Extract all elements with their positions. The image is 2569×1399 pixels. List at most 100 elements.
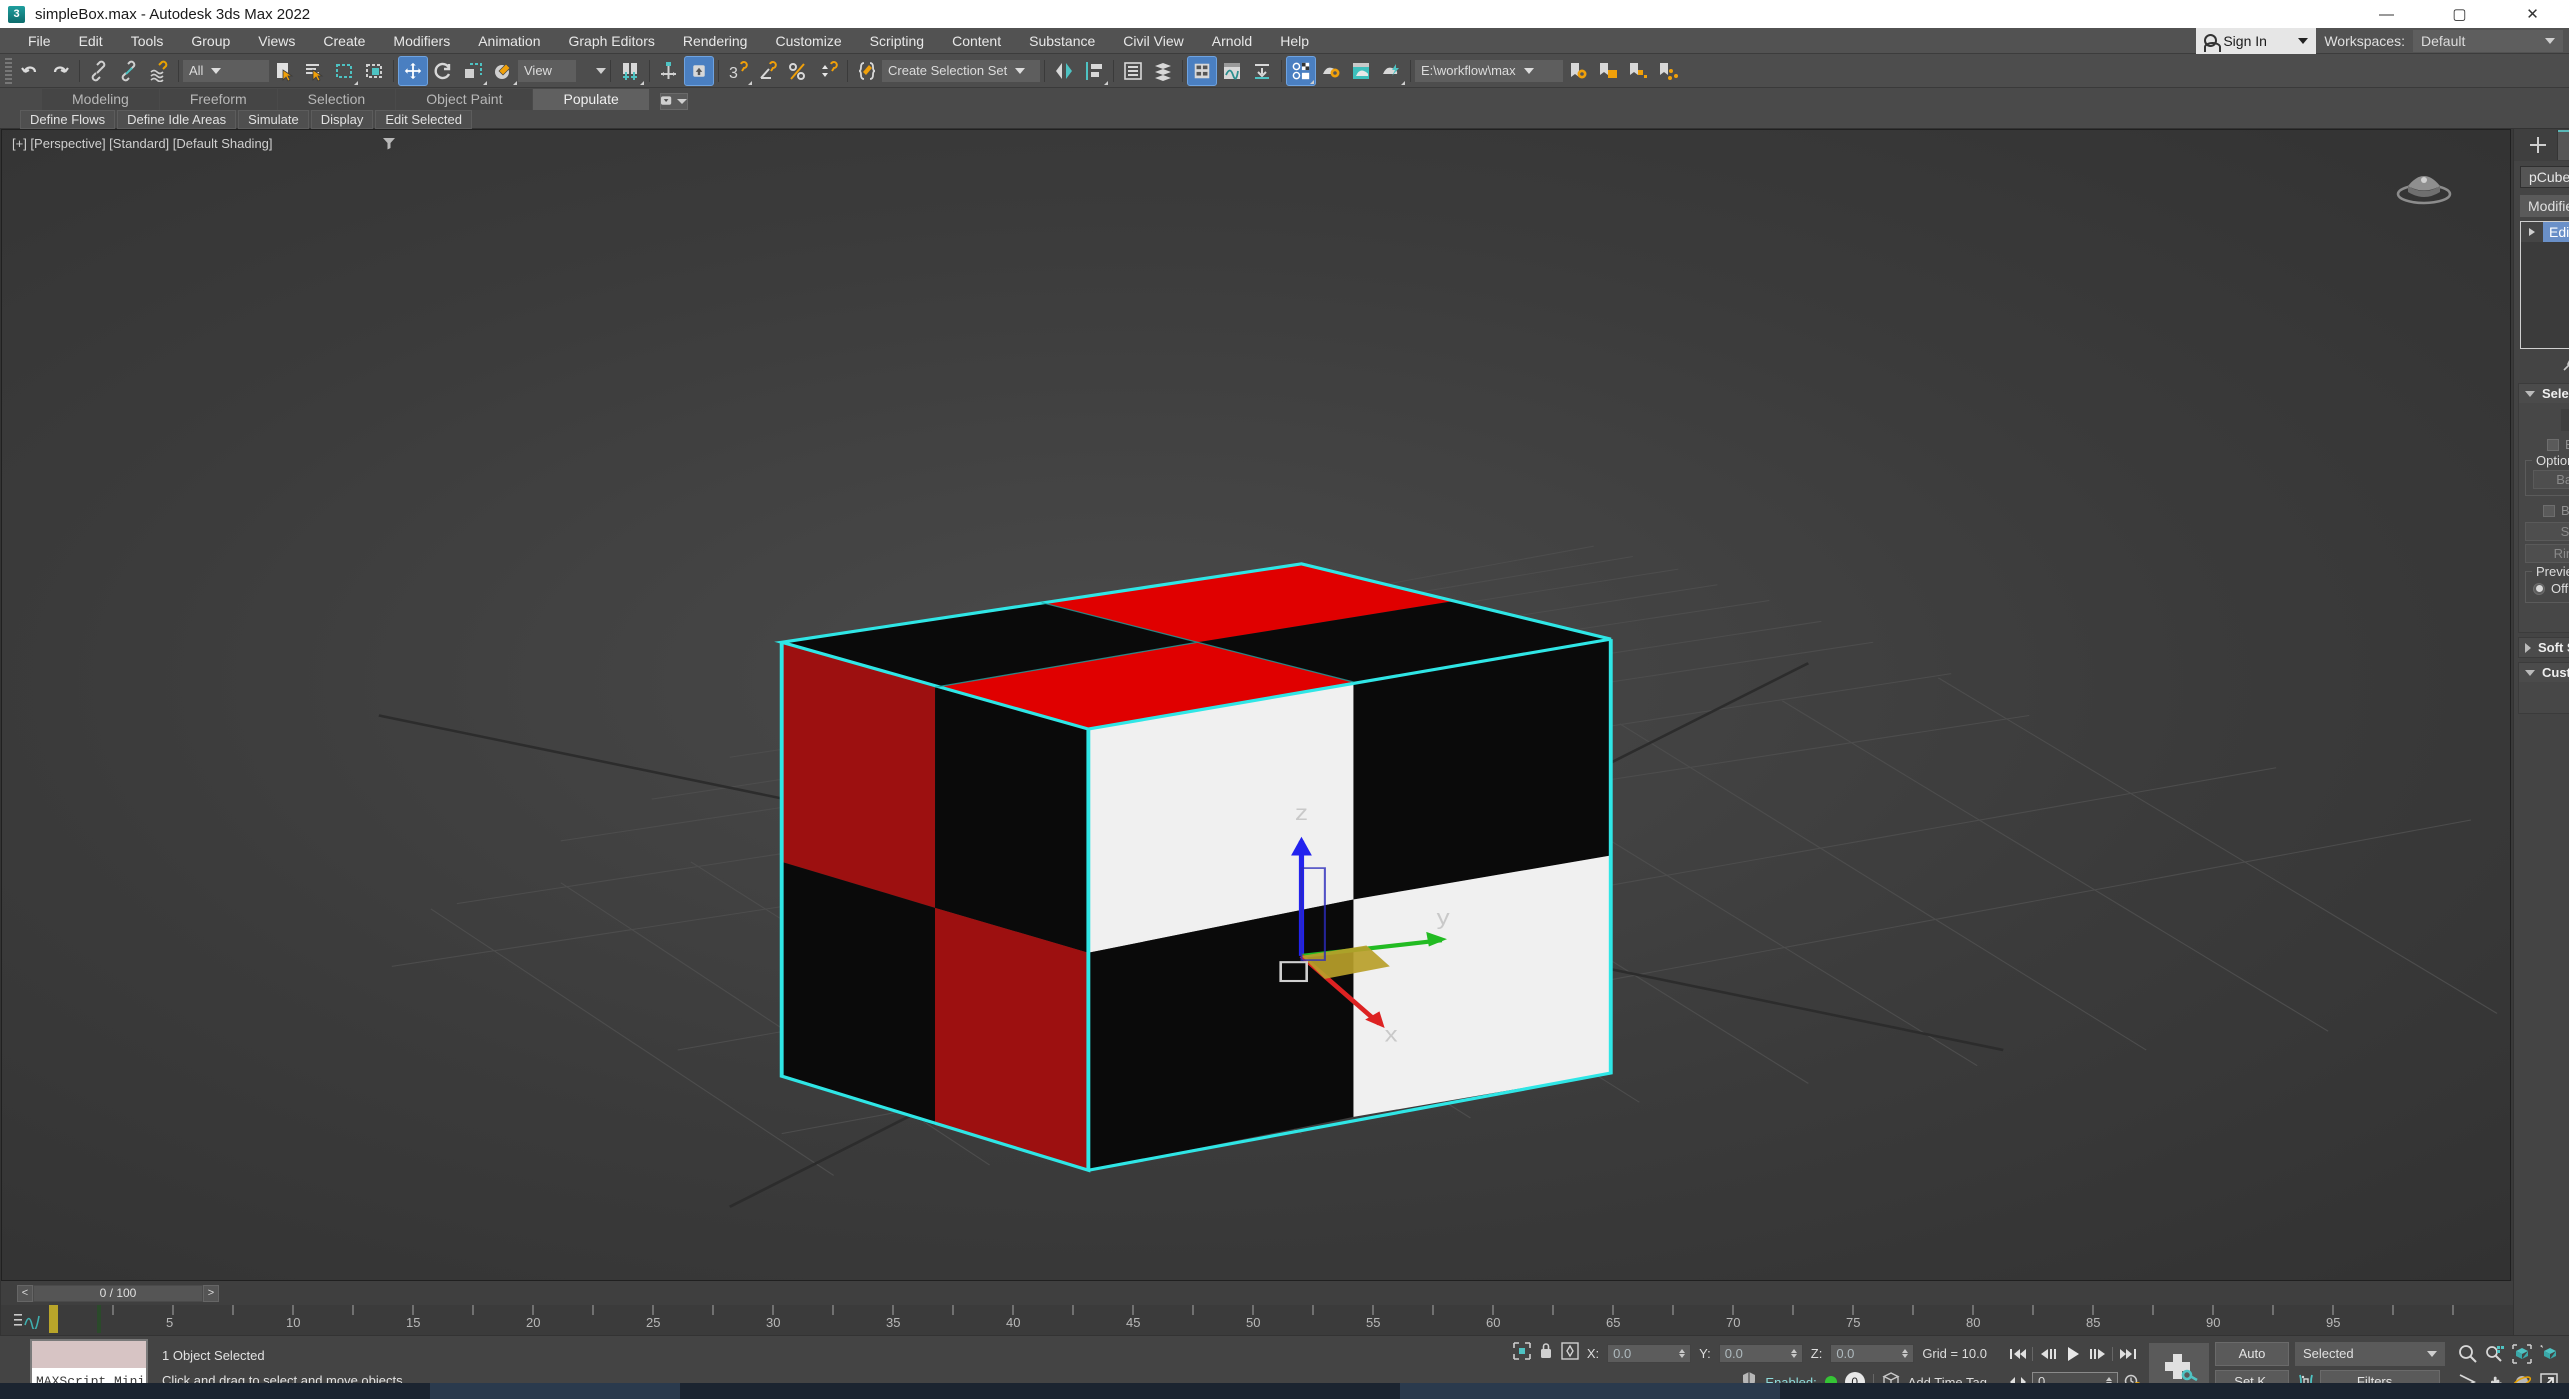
curve-editor-icon[interactable] — [1217, 56, 1247, 86]
modifier-stack[interactable]: Editable Poly — [2520, 221, 2569, 349]
taskbar-item[interactable] — [1400, 1383, 1780, 1399]
reference-coordinate-select[interactable]: View — [518, 59, 576, 82]
x-coordinate-input[interactable]: 0.0 — [1607, 1343, 1692, 1363]
previous-frame-icon[interactable] — [2037, 1342, 2058, 1366]
selection-rollout-header[interactable]: Selection — [2519, 384, 2569, 403]
zoom-extents-icon[interactable] — [2511, 1342, 2532, 1366]
render-settings-icon[interactable] — [1563, 56, 1593, 86]
window-crossing-icon[interactable] — [359, 56, 389, 86]
y-coordinate-input[interactable]: 0.0 — [1718, 1343, 1803, 1363]
render-network-icon[interactable] — [1653, 56, 1683, 86]
menu-edit[interactable]: Edit — [65, 30, 117, 52]
cube-object[interactable]: z y x — [2, 130, 2510, 1280]
ring-button[interactable]: Ring — [2525, 544, 2569, 563]
menu-content[interactable]: Content — [938, 30, 1015, 52]
menu-civil-view[interactable]: Civil View — [1109, 30, 1197, 52]
ribbon-tab-selection[interactable]: Selection — [277, 89, 396, 110]
current-frame-display[interactable]: 0 / 100 — [33, 1284, 203, 1302]
perspective-viewport[interactable]: z y x [+] [Perspective] [Standard] [Defa… — [1, 129, 2511, 1281]
z-coordinate-input[interactable]: 0.0 — [1830, 1343, 1915, 1363]
ribbon-tab-freeform[interactable]: Freeform — [159, 89, 277, 110]
render-production-icon[interactable] — [1376, 56, 1406, 86]
custom-attributes-rollout-header[interactable]: Custom Attributes — [2519, 663, 2569, 682]
scene-explorer-icon[interactable] — [1148, 56, 1178, 86]
menu-scripting[interactable]: Scripting — [856, 30, 938, 52]
minimize-button[interactable]: — — [2350, 0, 2423, 28]
time-slider[interactable]: < 0 / 100 > — [1, 1281, 2513, 1305]
go-to-end-icon[interactable] — [2117, 1342, 2138, 1366]
modifier-list-select[interactable]: Modifier List — [2520, 195, 2569, 217]
auto-key-button[interactable]: Auto — [2215, 1341, 2289, 1366]
display-button[interactable]: Display — [310, 109, 374, 129]
project-folder-select[interactable]: E:\workflow\max — [1415, 59, 1563, 82]
batch-render-icon[interactable] — [1623, 56, 1653, 86]
menu-tools[interactable]: Tools — [117, 30, 178, 52]
bind-to-spacewarp-icon[interactable] — [144, 56, 174, 86]
rendered-frame-window-icon[interactable] — [1346, 56, 1376, 86]
shrink-button[interactable]: Shrink — [2525, 522, 2569, 541]
preview-off-radio[interactable] — [2533, 582, 2545, 595]
edit-named-selection-sets-icon[interactable] — [852, 56, 882, 86]
define-idle-areas-button[interactable]: Define Idle Areas — [117, 109, 237, 129]
define-flows-button[interactable]: Define Flows — [20, 109, 116, 129]
select-by-name-icon[interactable] — [299, 56, 329, 86]
coord-dropdown-icon[interactable] — [576, 56, 606, 86]
select-and-rotate-icon[interactable] — [428, 56, 458, 86]
menu-customize[interactable]: Customize — [761, 30, 855, 52]
use-transform-coordinate-center-icon[interactable] — [684, 55, 714, 86]
menu-substance[interactable]: Substance — [1015, 30, 1109, 52]
unlink-selection-icon[interactable] — [114, 56, 144, 86]
create-tab[interactable] — [2518, 130, 2558, 160]
spinner-snap-toggle-icon[interactable] — [813, 56, 843, 86]
expand-arrow-icon[interactable] — [2521, 222, 2543, 242]
use-selection-center-icon[interactable] — [654, 56, 684, 86]
menu-graph-editors[interactable]: Graph Editors — [554, 30, 668, 52]
close-button[interactable]: ✕ — [2496, 0, 2569, 28]
ribbon-tab-object-paint[interactable]: Object Paint — [396, 89, 533, 110]
toolbar-grip[interactable] — [5, 57, 12, 84]
object-name-input[interactable]: pCube1 — [2520, 166, 2569, 188]
key-marker[interactable] — [97, 1305, 101, 1333]
time-slider-handle[interactable] — [49, 1305, 58, 1333]
simulate-button[interactable]: Simulate — [238, 109, 309, 129]
ribbon-minimize-icon[interactable] — [659, 93, 688, 110]
menu-animation[interactable]: Animation — [464, 30, 554, 52]
rectangular-selection-region-icon[interactable] — [329, 56, 359, 86]
select-and-scale-icon[interactable] — [458, 56, 488, 86]
zoom-extents-selected-icon[interactable] — [2538, 1342, 2559, 1366]
viewport-filter-icon[interactable] — [382, 136, 396, 155]
use-pivot-point-center-icon[interactable] — [615, 56, 645, 86]
prev-frame-button[interactable]: < — [17, 1284, 33, 1302]
go-to-start-icon[interactable] — [2007, 1342, 2028, 1366]
open-mini-curve-editor-icon[interactable] — [1, 1305, 53, 1335]
by-angle-checkbox[interactable] — [2543, 504, 2555, 517]
menu-create[interactable]: Create — [309, 30, 379, 52]
by-vertex-checkbox[interactable] — [2547, 438, 2559, 451]
layer-explorer-icon[interactable] — [1118, 56, 1148, 86]
selection-filter-select[interactable]: All — [183, 59, 269, 82]
select-and-move-icon[interactable] — [398, 55, 428, 86]
modifier-stack-item[interactable]: Editable Poly — [2521, 222, 2569, 242]
zoom-icon[interactable] — [2457, 1342, 2478, 1366]
soft-selection-rollout-header[interactable]: Soft Selection — [2519, 638, 2569, 657]
menu-arnold[interactable]: Arnold — [1198, 30, 1266, 52]
undo-icon[interactable] — [15, 56, 45, 86]
pin-stack-icon[interactable] — [2561, 355, 2569, 378]
named-selection-set-select[interactable]: Create Selection Set — [882, 59, 1040, 82]
key-filter-select[interactable]: Selected — [2295, 1341, 2445, 1366]
next-frame-button[interactable]: > — [203, 1284, 219, 1302]
ribbon-tab-modeling[interactable]: Modeling — [42, 89, 159, 110]
menu-group[interactable]: Group — [177, 30, 244, 52]
redo-icon[interactable] — [45, 56, 75, 86]
selection-lock-icon[interactable] — [1539, 1342, 1553, 1365]
angle-snap-toggle-icon[interactable] — [753, 56, 783, 86]
edit-selected-button[interactable]: Edit Selected — [375, 109, 472, 129]
select-object-icon[interactable] — [269, 56, 299, 86]
maximize-button[interactable]: ▢ — [2423, 0, 2496, 28]
material-editor-icon[interactable] — [1286, 55, 1316, 86]
selection-lock-region-icon[interactable] — [1513, 1341, 1531, 1365]
next-frame-icon[interactable] — [2087, 1342, 2108, 1366]
toggle-scene-explorer-icon[interactable] — [1187, 55, 1217, 86]
view-cube[interactable] — [2388, 156, 2460, 216]
3d-snap-toggle-icon[interactable]: 3 — [723, 56, 753, 86]
